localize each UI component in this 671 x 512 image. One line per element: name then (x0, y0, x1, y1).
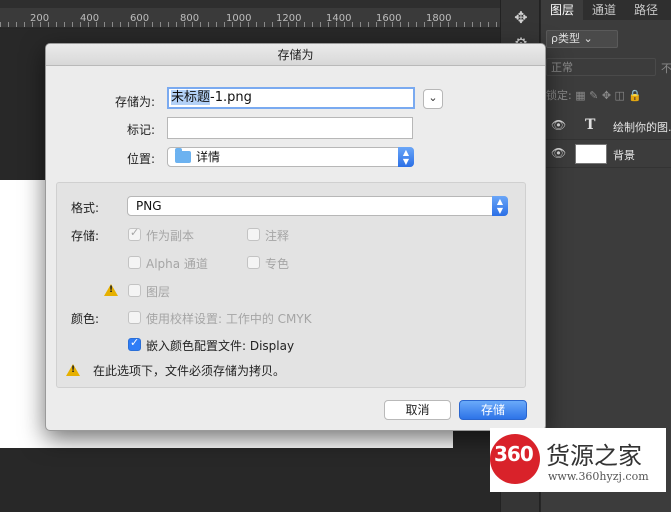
updown-arrow-icon: ▲ ▼ (398, 147, 414, 167)
horizontal-ruler: 200 400 600 800 1000 1200 1400 1600 1800 (0, 8, 500, 28)
location-label: 位置: (126, 152, 155, 166)
top-strip (0, 0, 500, 8)
layer-thumbnail (575, 144, 607, 164)
location-value: 详情 (196, 150, 221, 164)
format-label: 格式: (71, 201, 100, 215)
eye-icon[interactable]: 👁 (551, 146, 566, 160)
tab-channels[interactable]: 通道 (583, 0, 625, 20)
text-layer-icon: T (585, 117, 596, 133)
layer-name: 绘制你的图... (613, 121, 671, 134)
as-copy-label: 作为副本 (146, 229, 195, 243)
spot-colors-checkbox[interactable] (247, 256, 260, 269)
alpha-channels-label: Alpha 通道 (146, 257, 208, 271)
spot-colors-label: 专色 (265, 257, 290, 271)
eye-icon[interactable]: 👁 (551, 118, 566, 132)
save-as-dialog: 存储为 存储为: 未标题-1.png ⌄ 标记: 位置: 详情 ▲ ▼ 格式: P… (45, 43, 546, 431)
folder-icon (175, 148, 191, 163)
layer-row[interactable]: 👁 背景 (541, 140, 671, 168)
blend-mode-select[interactable]: 正常 (546, 58, 656, 76)
layers-option-label: 图层 (146, 285, 171, 299)
kind-filter-label: ρ类型 (551, 32, 580, 45)
options-panel: 格式: PNG ▲▼ 存储: 作为副本 注释 Alpha 通道 专色 图层 颜色… (56, 182, 526, 388)
kind-filter-select[interactable]: ρ类型 ⌄ (546, 30, 618, 48)
blend-mode-label: 正常 (551, 61, 573, 74)
proof-setup-label: 使用校样设置: 工作中的 CMYK (146, 312, 312, 326)
dialog-title: 存储为 (46, 44, 545, 66)
layers-checkbox[interactable] (128, 284, 141, 297)
puzzle-icon[interactable]: ✥ (511, 8, 531, 28)
save-as-label: 存储为: (114, 95, 155, 109)
save-options-label: 存储: (71, 229, 100, 243)
tab-layers[interactable]: 图层 (541, 0, 584, 20)
tags-label: 标记: (126, 123, 155, 137)
notes-checkbox[interactable] (247, 228, 260, 241)
filename-input[interactable]: 未标题-1.png (167, 87, 415, 109)
format-value: PNG (136, 199, 162, 213)
warning-icon (66, 364, 80, 376)
alpha-channels-checkbox[interactable] (128, 256, 141, 269)
opacity-label: 不 (661, 62, 671, 75)
tab-paths[interactable]: 路径 (625, 0, 667, 20)
format-select[interactable]: PNG ▲ ▼ (127, 196, 508, 216)
chevron-down-icon: ⌄ (428, 91, 438, 104)
filename-extension: -1.png (210, 90, 252, 105)
tags-input[interactable] (167, 117, 413, 139)
lock-row: 锁定: ▦ ✎ ✥ ◫ 🔒 (546, 87, 642, 103)
watermark-name: 货源之家 (546, 442, 642, 470)
proof-setup-checkbox[interactable] (128, 311, 141, 324)
layer-row[interactable]: 👁 T 绘制你的图... (541, 112, 671, 140)
expand-dialog-button[interactable]: ⌄ (423, 89, 443, 109)
ruler-ticks (0, 22, 500, 27)
updown-arrow-icon: ▲ ▼ (492, 196, 508, 216)
cancel-button[interactable]: 取消 (384, 400, 451, 420)
logo-number: 360 (494, 442, 534, 466)
lock-label: 锁定: (546, 89, 572, 102)
watermark-url: www.360hyzj.com (548, 470, 649, 483)
embed-profile-label: 嵌入颜色配置文件: Display (146, 339, 295, 353)
location-select[interactable]: 详情 ▲ ▼ (167, 147, 414, 167)
notes-label: 注释 (265, 229, 290, 243)
as-copy-checkbox[interactable] (128, 226, 141, 241)
color-label: 颜色: (71, 312, 100, 326)
watermark-logo: 360 货源之家 www.360hyzj.com (490, 428, 666, 492)
filename-selected: 未标题 (171, 90, 211, 105)
save-button[interactable]: 存储 (459, 400, 527, 420)
copy-warning-text: 在此选项下，文件必须存储为拷贝。 (93, 364, 286, 378)
panel-tabs: 图层 通道 路径 (541, 0, 671, 20)
warning-icon (104, 284, 118, 296)
layer-name: 背景 (613, 149, 635, 162)
embed-profile-checkbox[interactable] (128, 336, 141, 351)
lock-icons[interactable]: ▦ ✎ ✥ ◫ 🔒 (575, 89, 642, 102)
